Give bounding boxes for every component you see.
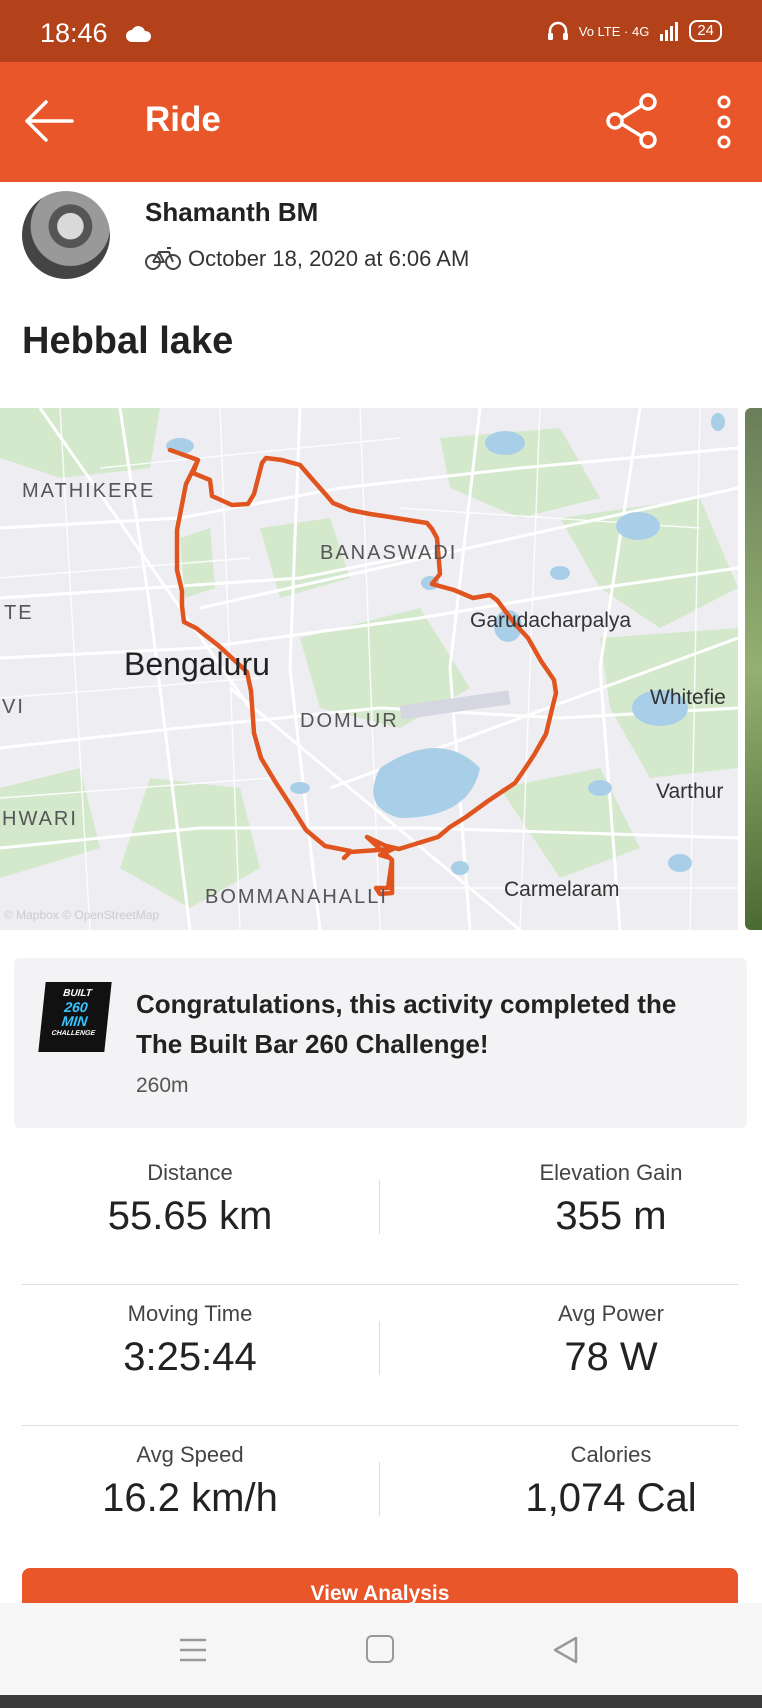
more-options-icon[interactable] (712, 94, 736, 150)
stat-value: 16.2 km/h (102, 1476, 278, 1520)
map-label-vi: VI (2, 696, 25, 718)
athlete-name[interactable]: Shamanth BM (145, 197, 318, 228)
system-nav-bar (0, 1603, 762, 1695)
map-label-varthur: Varthur (656, 780, 724, 803)
logo-text-min: MIN (60, 1013, 89, 1029)
stats-row: Distance 55.65 km Elevation Gain 355 m (22, 1144, 738, 1285)
map-label-bengaluru: Bengaluru (124, 646, 270, 682)
home-icon[interactable] (366, 1635, 394, 1663)
map-label-bommanahalli: BOMMANAHALLI (205, 886, 388, 908)
stats-row: Moving Time 3:25:44 Avg Power 78 W (22, 1285, 738, 1426)
stats-row: Avg Speed 16.2 km/h Calories 1,074 Cal (22, 1426, 738, 1567)
stats-grid: Distance 55.65 km Elevation Gain 355 m M… (22, 1144, 738, 1567)
map-label-hwari: HWARI (2, 808, 78, 830)
share-icon[interactable] (604, 92, 660, 150)
map-label-domlur: DOMLUR (300, 710, 399, 732)
stat-elevation: Elevation Gain 355 m (461, 1160, 761, 1239)
logo-text-challenge: CHALLENGE (51, 1030, 96, 1037)
app-bar: Ride (0, 62, 762, 182)
back-arrow-icon[interactable] (22, 96, 76, 146)
battery-indicator: 24 (689, 20, 722, 42)
stat-value: 355 m (555, 1194, 667, 1238)
stat-label: Moving Time (127, 1301, 253, 1326)
map-label-garudacharpalya: Garudacharpalya (470, 609, 632, 632)
map-label-banaswadi: BANASWADI (320, 542, 458, 564)
stat-value: 55.65 km (107, 1194, 273, 1238)
view-analysis-button[interactable]: View Analysis (22, 1568, 738, 1604)
stat-label: Distance (147, 1160, 233, 1185)
recent-apps-icon[interactable] (178, 1637, 208, 1663)
status-time: 18:46 (40, 18, 108, 48)
system-back-icon[interactable] (551, 1635, 579, 1665)
cloud-icon (126, 26, 152, 42)
stat-calories: Calories 1,074 Cal (461, 1442, 761, 1521)
stat-label: Avg Power (558, 1301, 664, 1326)
map-label-mathikere: MATHIKERE (22, 480, 156, 502)
challenge-subtitle: 260m (136, 1074, 189, 1097)
challenge-card[interactable]: BUILT 260 MIN CHALLENGE Congratulations,… (14, 958, 747, 1128)
stat-value: 3:25:44 (123, 1335, 257, 1379)
screen-bottom-edge (0, 1695, 762, 1708)
network-indicator: Vo LTE · 4G (578, 23, 650, 39)
map-label-whitefield: Whitefie (650, 686, 726, 709)
status-bar: 18:46 Vo LTE · 4G 24 (0, 0, 762, 62)
map-label-te: TE (4, 602, 34, 624)
stat-distance: Distance 55.65 km (40, 1160, 340, 1239)
avatar[interactable] (22, 191, 110, 279)
challenge-message: Congratulations, this activity completed… (136, 989, 677, 1059)
stat-avg-power: Avg Power 78 W (461, 1301, 761, 1380)
logo-text-260: 260 (63, 999, 89, 1015)
activity-date: October 18, 2020 at 6:06 AM (188, 246, 470, 271)
page-title: Ride (145, 100, 221, 139)
map-label-carmelaram: Carmelaram (504, 878, 620, 901)
stat-moving-time: Moving Time 3:25:44 (40, 1301, 340, 1380)
divider (379, 1321, 380, 1375)
activity-title: Hebbal lake (22, 320, 234, 362)
status-icons: Vo LTE · 4G 24 (547, 20, 722, 42)
challenge-logo: BUILT 260 MIN CHALLENGE (38, 982, 112, 1052)
divider (379, 1180, 380, 1234)
stat-label: Elevation Gain (539, 1160, 683, 1185)
stat-value: 78 W (564, 1335, 658, 1379)
stat-value: 1,074 Cal (525, 1476, 697, 1520)
stat-label: Avg Speed (136, 1442, 244, 1467)
photo-thumbnail[interactable] (745, 408, 762, 930)
signal-icon (660, 22, 679, 41)
map-attribution: © Mapbox © OpenStreetMap (4, 908, 160, 922)
divider (379, 1462, 380, 1516)
stat-avg-speed: Avg Speed 16.2 km/h (40, 1442, 340, 1521)
headphones-icon (547, 21, 568, 40)
route-map[interactable]: MATHIKERE BANASWADI TE Garudacharpalya B… (0, 408, 738, 930)
bike-icon (145, 247, 181, 270)
stat-label: Calories (570, 1442, 652, 1467)
